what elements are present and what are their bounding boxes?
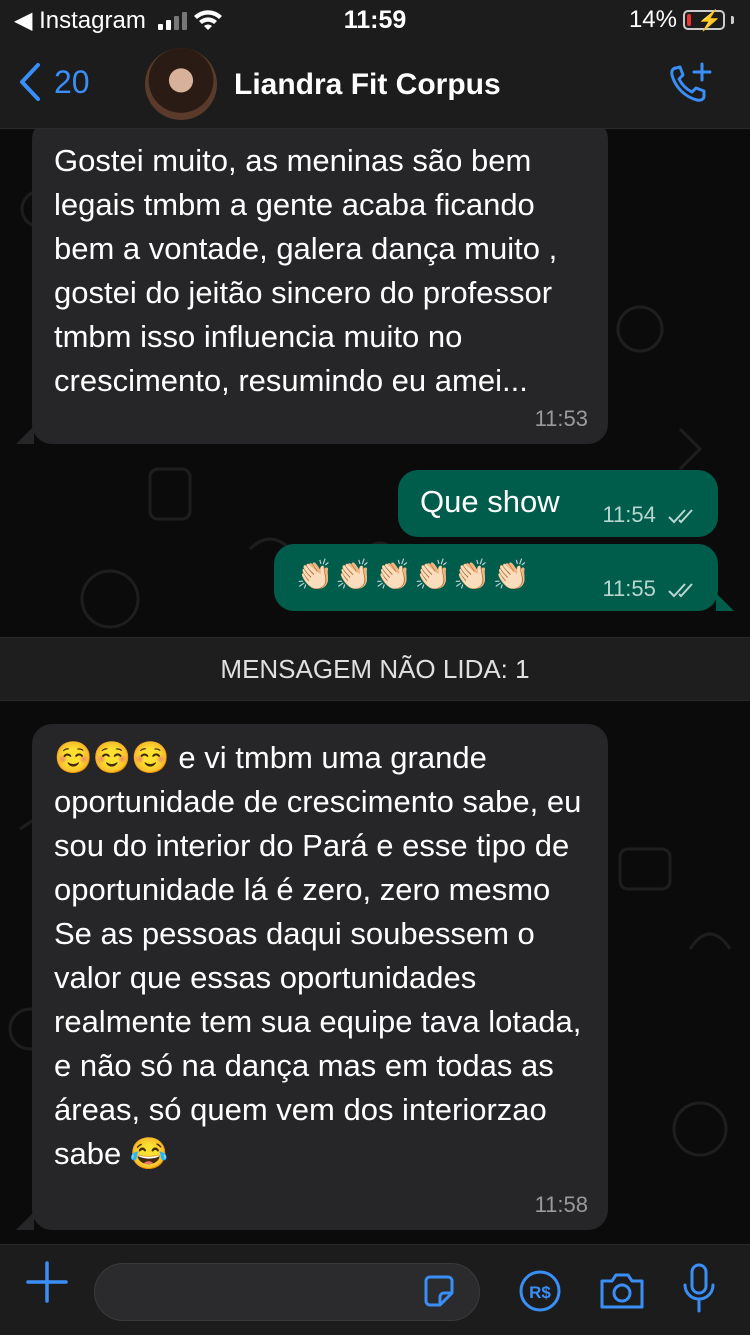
message-text: Gostei muito, as meninas são bem legais … — [54, 143, 566, 398]
video-call-add-icon[interactable] — [668, 62, 714, 108]
pay-icon[interactable]: R$ — [518, 1269, 562, 1313]
contact-name[interactable]: Liandra Fit Corpus — [234, 68, 501, 102]
message-time-value: 11:54 — [602, 502, 656, 527]
status-right: 14% ⚡ — [629, 6, 734, 34]
bubble-tail — [16, 426, 34, 444]
message-bubble-outgoing[interactable]: 👏🏻👏🏻👏🏻👏🏻👏🏻👏🏻 11:55 — [274, 544, 718, 611]
status-bar: ◀ Instagram 11:59 14% ⚡ — [0, 0, 750, 42]
plus-icon[interactable] — [26, 1261, 68, 1303]
read-ticks-icon — [668, 509, 693, 524]
back-button[interactable]: 20 — [16, 62, 90, 102]
bubble-tail — [16, 1212, 34, 1230]
svg-text:R$: R$ — [529, 1283, 551, 1302]
avatar[interactable] — [145, 48, 217, 120]
unread-chats-count: 20 — [54, 63, 90, 100]
battery-cap — [731, 16, 734, 24]
composer-bar: R$ — [0, 1244, 750, 1335]
chat-area[interactable]: Gostei muito, as meninas são bem legais … — [0, 129, 750, 1244]
message-bubble-outgoing[interactable]: Que show 11:54 — [398, 470, 718, 537]
battery-icon: ⚡ — [683, 10, 725, 32]
message-text: ☺️☺️☺️ e vi tmbm uma grande oportunidade… — [54, 740, 582, 1171]
mic-icon[interactable] — [682, 1263, 716, 1315]
camera-icon[interactable] — [598, 1269, 646, 1313]
back-chevron-icon — [20, 63, 40, 101]
sticker-icon[interactable] — [422, 1275, 456, 1309]
message-time: 11:58 — [534, 1192, 588, 1217]
chat-header: 20 Liandra Fit Corpus — [0, 42, 750, 129]
message-time: 11:54 — [602, 502, 698, 528]
read-ticks-icon — [668, 583, 693, 598]
message-time: 11:55 — [602, 576, 698, 602]
message-time-value: 11:55 — [602, 576, 656, 601]
unread-messages-banner: MENSAGEM NÃO LIDA: 1 — [0, 637, 750, 701]
battery-percent: 14% — [628, 6, 677, 33]
bubble-tail — [716, 593, 734, 611]
message-bubble-incoming[interactable]: Gostei muito, as meninas são bem legais … — [32, 129, 608, 444]
message-bubble-incoming[interactable]: ☺️☺️☺️ e vi tmbm uma grande oportunidade… — [32, 724, 608, 1230]
message-time: 11:53 — [534, 406, 588, 431]
